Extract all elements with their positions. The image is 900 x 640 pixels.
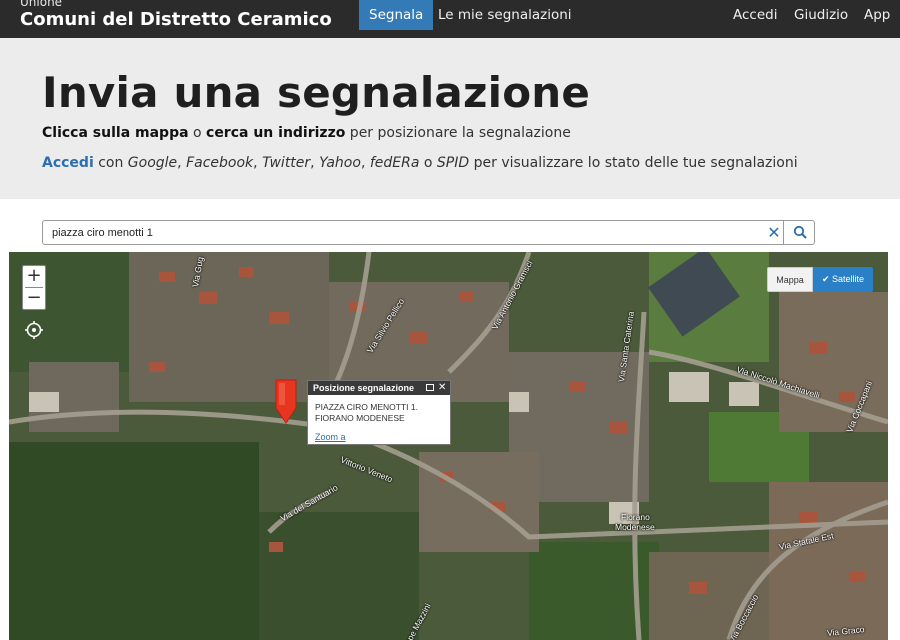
sep: o: [419, 155, 437, 171]
sep: ,: [177, 155, 187, 171]
top-navbar: Unione Comuni del Distretto Ceramico Seg…: [0, 0, 900, 38]
brand-title: Comuni del Distretto Ceramico: [20, 9, 332, 30]
map-label: Modenese: [615, 522, 655, 532]
login-line: Accedi con Google, Facebook, Twitter, Ya…: [42, 155, 798, 171]
instruction-rest: per posizionare la segnalazione: [345, 125, 571, 141]
provider-federa: fedERa: [369, 155, 420, 171]
brand[interactable]: Unione Comuni del Distretto Ceramico: [20, 0, 332, 31]
zoom-control: + −: [22, 265, 46, 310]
layer-map-button[interactable]: Mappa: [767, 267, 813, 292]
provider-facebook: Facebook: [186, 155, 254, 171]
satellite-imagery: [9, 252, 888, 640]
zoom-to-link[interactable]: Zoom a: [315, 432, 346, 442]
locate-button[interactable]: [23, 319, 45, 341]
login-text-end: per visualizzare lo stato delle tue segn…: [469, 155, 798, 171]
layer-satellite-label: Satellite: [832, 274, 865, 284]
location-marker-icon[interactable]: [274, 378, 298, 424]
nav-le-mie-segnalazioni[interactable]: Le mie segnalazioni: [438, 0, 572, 30]
address-search-box: ✕: [42, 220, 815, 245]
page-title: Invia una segnalazione: [42, 68, 591, 117]
login-link[interactable]: Accedi: [42, 155, 94, 171]
nav-accedi[interactable]: Accedi: [733, 0, 777, 30]
close-icon[interactable]: ✕: [765, 223, 783, 242]
close-icon[interactable]: ✕: [438, 381, 446, 395]
sep: ,: [360, 155, 370, 171]
hero-section: Invia una segnalazione Clicca sulla mapp…: [0, 38, 900, 199]
sep: ,: [310, 155, 320, 171]
layer-satellite-button[interactable]: ✔ Satellite: [813, 267, 873, 292]
zoom-in-button[interactable]: +: [23, 266, 45, 287]
login-text: con: [93, 155, 128, 171]
search-icon: [793, 225, 807, 239]
map-label: Fiorano: [621, 512, 650, 522]
search-button[interactable]: [783, 220, 816, 245]
nav-segnala[interactable]: Segnala: [359, 0, 434, 30]
popup-address-line2: FIORANO MODENESE: [315, 413, 405, 423]
provider-google: Google: [127, 155, 178, 171]
popup-title-text: Posizione segnalazione: [313, 383, 415, 393]
brand-small-text: Unione: [20, 0, 63, 9]
zoom-out-button[interactable]: −: [23, 288, 45, 309]
sep: ,: [253, 155, 263, 171]
location-popup: Posizione segnalazione ✕ PIAZZA CIRO MEN…: [307, 380, 451, 445]
nav-app[interactable]: App: [864, 0, 890, 30]
address-search-input[interactable]: [43, 221, 758, 244]
instruction-search-address: cerca un indirizzo: [206, 125, 346, 141]
instruction-or: o: [188, 125, 207, 141]
provider-yahoo: Yahoo: [319, 155, 361, 171]
provider-spid: SPID: [436, 155, 470, 171]
crosshair-icon: [25, 321, 43, 339]
instruction-line: Clicca sulla mappa o cerca un indirizzo …: [42, 125, 571, 141]
popup-address: PIAZZA CIRO MENOTTI 1. FIORANO MODENESE: [315, 402, 445, 424]
nav-giudizio[interactable]: Giudizio: [794, 0, 848, 30]
maximize-icon[interactable]: [426, 384, 434, 391]
popup-address-line1: PIAZZA CIRO MENOTTI 1.: [315, 402, 418, 412]
check-icon: ✔: [821, 274, 832, 284]
map-view[interactable]: Via Gug Via Silvio Pellico Via Antonio G…: [9, 252, 888, 640]
instruction-click-map: Clicca sulla mappa: [42, 125, 189, 141]
provider-twitter: Twitter: [262, 155, 311, 171]
